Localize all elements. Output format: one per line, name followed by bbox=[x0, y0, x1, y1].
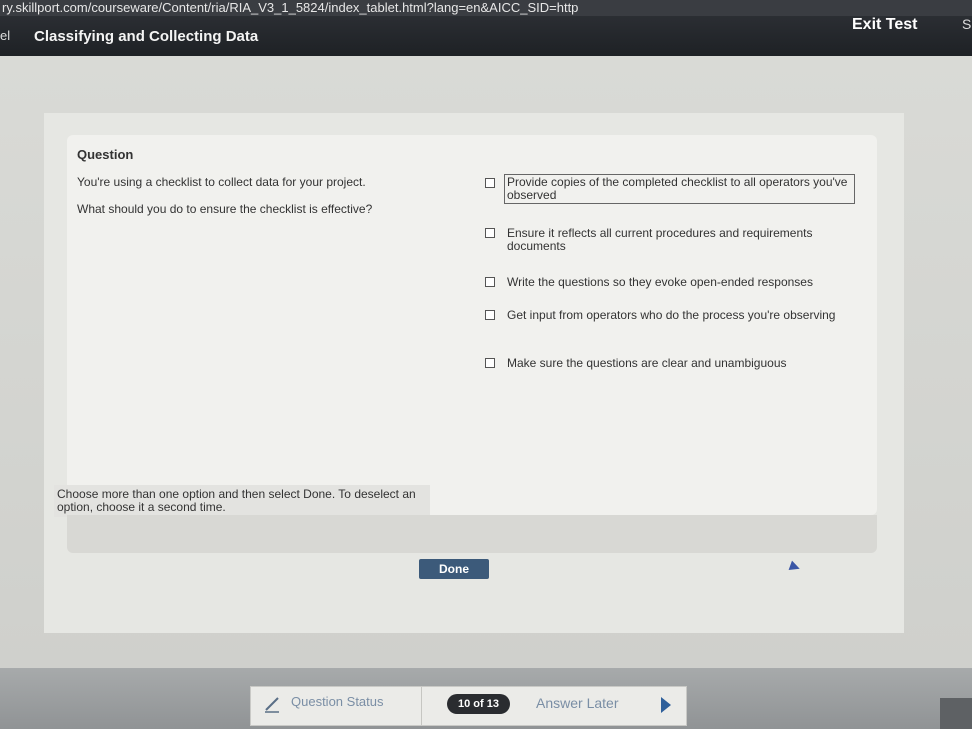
option-1-label: Provide copies of the completed checklis… bbox=[504, 174, 855, 204]
corner-block bbox=[940, 698, 972, 729]
option-4-checkbox[interactable] bbox=[485, 310, 495, 320]
option-3-checkbox[interactable] bbox=[485, 277, 495, 287]
question-stem-line1: You're using a checklist to collect data… bbox=[77, 175, 366, 189]
question-heading: Question bbox=[77, 147, 134, 162]
option-5-label: Make sure the questions are clear and un… bbox=[507, 356, 787, 370]
next-arrow-icon[interactable] bbox=[661, 697, 671, 713]
question-status-bar: Question Status 10 of 13 Answer Later bbox=[250, 686, 687, 726]
test-stage: Question You're using a checklist to col… bbox=[0, 56, 972, 668]
question-status-button[interactable]: Question Status bbox=[291, 694, 384, 709]
option-2-label: Ensure it reflects all current procedure… bbox=[507, 226, 813, 253]
answer-later-button[interactable]: Answer Later bbox=[536, 695, 618, 711]
instructions-text: Choose more than one option and then sel… bbox=[54, 485, 430, 517]
option-1-checkbox[interactable] bbox=[485, 178, 495, 188]
question-counter-badge: 10 of 13 bbox=[447, 694, 510, 714]
pencil-icon bbox=[265, 697, 279, 713]
done-button[interactable]: Done bbox=[419, 559, 489, 579]
back-link[interactable]: el bbox=[0, 28, 10, 43]
question-stem-line2: What should you do to ensure the checkli… bbox=[77, 202, 373, 216]
question-panel: Question You're using a checklist to col… bbox=[44, 113, 904, 633]
course-title: Classifying and Collecting Data bbox=[34, 28, 259, 45]
option-2-checkbox[interactable] bbox=[485, 228, 495, 238]
exit-test-button[interactable]: Exit Test bbox=[852, 16, 918, 34]
option-3-label: Write the questions so they evoke open-e… bbox=[507, 275, 813, 289]
url-text: ry.skillport.com/courseware/Content/ria/… bbox=[2, 0, 579, 15]
header-edge-text: S bbox=[962, 16, 972, 32]
option-5-checkbox[interactable] bbox=[485, 358, 495, 368]
bottom-bar: Question Status 10 of 13 Answer Later bbox=[0, 668, 972, 729]
card-footer bbox=[67, 515, 877, 553]
course-header: el Classifying and Collecting Data Exit … bbox=[0, 16, 972, 56]
browser-url-bar[interactable]: ry.skillport.com/courseware/Content/ria/… bbox=[0, 0, 972, 16]
question-card: Question You're using a checklist to col… bbox=[67, 135, 877, 515]
status-divider bbox=[421, 687, 422, 725]
option-4-label: Get input from operators who do the proc… bbox=[507, 308, 836, 322]
